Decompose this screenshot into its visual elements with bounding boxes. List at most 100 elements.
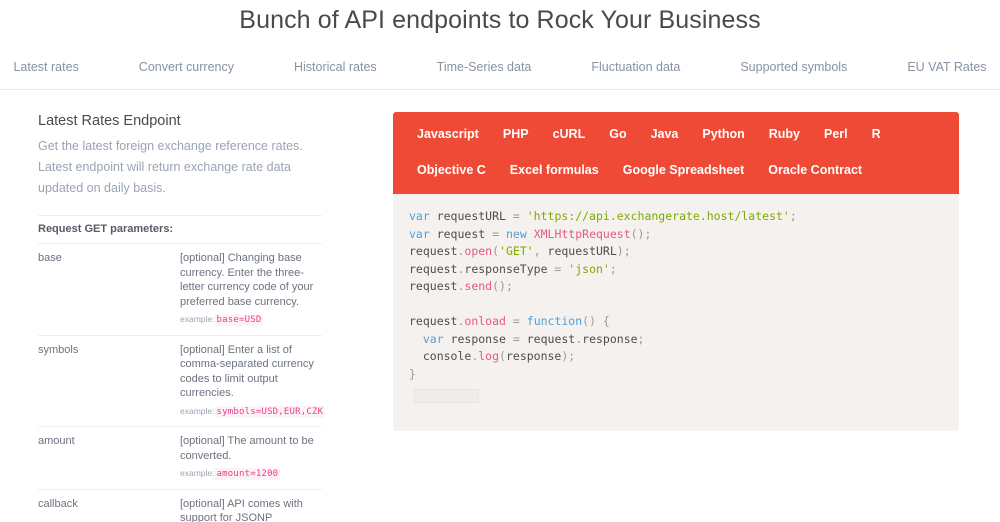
code-token-plain: request xyxy=(409,261,458,276)
param-name: symbols xyxy=(38,335,180,427)
code-token-punct: = xyxy=(512,331,520,346)
code-token-punct: = xyxy=(492,226,500,241)
nav-item-historical-rates[interactable]: Historical rates xyxy=(264,44,407,90)
code-line: request.send(); xyxy=(409,278,943,296)
param-description: [optional] The amount to be converted. xyxy=(180,435,314,462)
param-example-code: symbols=USD,EUR,CZK xyxy=(214,405,326,418)
code-token-kw: var xyxy=(409,226,430,241)
code-token-plain: request xyxy=(409,279,458,293)
code-token-punct: ; xyxy=(637,331,645,346)
code-line: request.open('GET', requestURL); xyxy=(409,243,943,261)
table-row: amount [optional] The amount to be conver… xyxy=(38,426,322,490)
code-token-plain: requestURL xyxy=(547,244,617,258)
lang-tab-python[interactable]: Python xyxy=(690,122,756,146)
code-token-punct: ( xyxy=(499,349,506,363)
lang-tab-javascript[interactable]: Javascript xyxy=(405,122,491,146)
param-description-cell: [optional] The amount to be converted. ex… xyxy=(180,426,322,490)
code-token-punct: ); xyxy=(616,244,631,258)
code-token-punct: ); xyxy=(561,349,576,363)
code-token-plain: request xyxy=(409,244,458,258)
param-name: callback xyxy=(38,489,180,522)
example-label: example: xyxy=(180,314,215,324)
table-header-row: Request GET parameters: xyxy=(38,215,322,244)
request-parameters-table: Request GET parameters: base [optional] C… xyxy=(38,215,326,522)
code-line: var requestURL = 'https://api.exchangera… xyxy=(409,208,943,226)
lang-tab-excel-formulas[interactable]: Excel formulas xyxy=(498,158,611,182)
nav-item-convert-currency[interactable]: Convert currency xyxy=(109,44,264,90)
code-token-punct: , xyxy=(533,244,548,258)
code-token-plain: request xyxy=(429,226,493,241)
code-token-str: 'GET' xyxy=(499,244,534,258)
code-token-punct: = xyxy=(512,209,520,223)
code-line: console.log(response); xyxy=(409,348,943,366)
nav-item-time-series-data[interactable]: Time-Series data xyxy=(407,44,562,90)
lang-tab-curl[interactable]: cURL xyxy=(541,122,598,146)
copy-code-button[interactable] xyxy=(414,389,479,403)
nav-item-fluctuation-data[interactable]: Fluctuation data xyxy=(561,44,710,90)
param-example-code: amount=1200 xyxy=(214,468,281,480)
lang-tab-perl[interactable]: Perl xyxy=(812,122,860,146)
main-content: Latest Rates Endpoint Get the latest for… xyxy=(0,90,1000,522)
nav-item-supported-symbols[interactable]: Supported symbols xyxy=(710,44,877,90)
endpoint-title: Latest Rates Endpoint xyxy=(38,113,181,129)
table-row: callback [optional] API comes with suppor… xyxy=(38,489,322,522)
nav-item-latest-rates[interactable]: Latest rates xyxy=(0,44,109,90)
lang-tab-go[interactable]: Go xyxy=(597,122,638,146)
lang-tab-google-spreadsheet[interactable]: Google Spreadsheet xyxy=(611,158,757,182)
params-heading: Request GET parameters: xyxy=(38,215,322,244)
code-sample-column: Javascript PHP cURL Go Java Python Ruby Perl R Ob… xyxy=(393,112,959,522)
lang-tab-ruby[interactable]: Ruby xyxy=(757,122,812,146)
code-line: } xyxy=(409,366,943,384)
code-token-fn: XMLHttpRequest xyxy=(533,226,631,241)
param-description-cell: [optional] API comes with support for JS… xyxy=(180,489,322,522)
code-block[interactable]: var requestURL = 'https://api.exchangera… xyxy=(393,194,959,431)
code-token-punct: ; xyxy=(789,209,797,223)
example-label: example: xyxy=(180,468,215,478)
code-token-punct: (); xyxy=(630,226,652,241)
table-row: base [optional] Changing base currency. E… xyxy=(38,243,322,336)
param-name: amount xyxy=(38,426,180,490)
param-description: [optional] API comes with support for JS… xyxy=(180,497,303,522)
param-description: [optional] Changing base currency. Enter… xyxy=(180,252,314,308)
code-token-str: 'https://api.exchangerate.host/latest' xyxy=(526,209,790,223)
param-description: [optional] Enter a list of comma-separat… xyxy=(180,343,314,400)
table-body: base [optional] Changing base currency. E… xyxy=(38,243,326,522)
code-token-fn: onload xyxy=(464,314,506,328)
language-tab-bar: Javascript PHP cURL Go Java Python Ruby Perl R Ob… xyxy=(393,112,959,194)
endpoint-description: Get the latest foreign exchange referenc… xyxy=(38,139,303,195)
lang-tab-php[interactable]: PHP xyxy=(491,122,541,146)
code-panel: Javascript PHP cURL Go Java Python Ruby Perl R Ob… xyxy=(393,112,959,431)
code-token-fn: open xyxy=(464,244,493,258)
code-token-plain: response xyxy=(582,331,638,346)
top-navigation: Latest rates Convert currency Historical r… xyxy=(0,44,1000,90)
code-token-plain: request xyxy=(409,314,458,328)
lang-tab-r[interactable]: R xyxy=(860,122,893,146)
lang-tab-oracle-contract[interactable]: Oracle Contract xyxy=(756,158,874,182)
lang-tab-java[interactable]: Java xyxy=(639,122,691,146)
param-example-line: example: base=USD xyxy=(180,312,322,328)
code-token-punct: ( xyxy=(492,244,500,258)
code-token-kw: function xyxy=(526,314,583,328)
code-token-punct: (); xyxy=(492,279,513,293)
param-example-code: base=USD xyxy=(214,314,264,326)
page-title: Bunch of API endpoints to Rock Your Busi… xyxy=(239,6,761,34)
code-token-plain: response xyxy=(505,349,562,363)
code-token-kw: var xyxy=(409,209,430,223)
param-description-cell: [optional] Enter a list of comma-separat… xyxy=(180,335,326,427)
code-line: request.responseType = 'json'; xyxy=(409,261,943,279)
code-line: var request = new XMLHttpRequest(); xyxy=(409,226,943,244)
code-token-punct: () { xyxy=(582,314,610,328)
code-token-plain: console xyxy=(409,349,472,363)
code-token-kw: new xyxy=(505,226,527,241)
endpoint-docs-column: Latest Rates Endpoint Get the latest for… xyxy=(38,112,358,522)
lang-tab-objective-c[interactable]: Objective C xyxy=(405,158,498,182)
nav-item-eu-vat-rates[interactable]: EU VAT Rates xyxy=(877,44,1000,90)
param-description-cell: [optional] Changing base currency. Enter… xyxy=(180,243,322,336)
